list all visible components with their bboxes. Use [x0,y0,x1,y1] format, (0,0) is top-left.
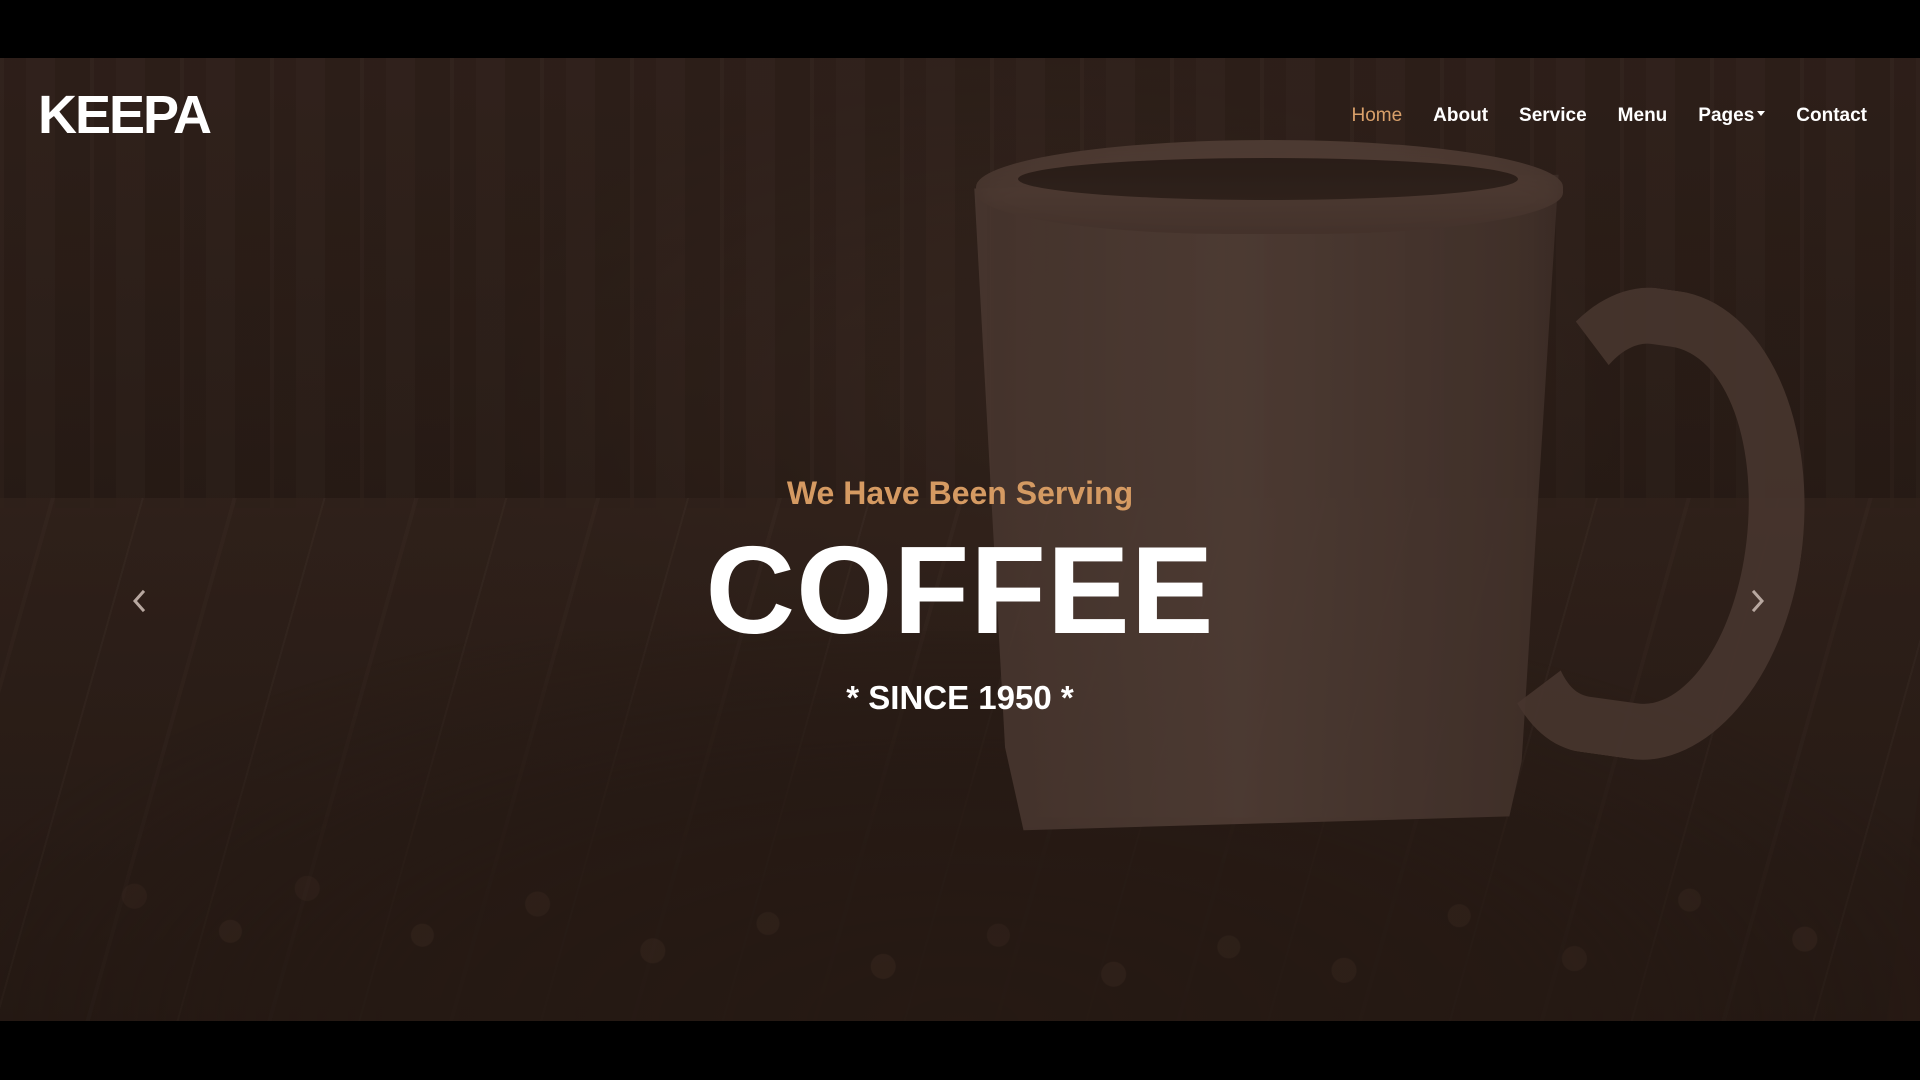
hero-headline: COFFEE [705,521,1215,660]
nav-pages-dropdown[interactable]: Pages [1698,105,1766,126]
hero-eyebrow: We Have Been Serving [786,475,1134,511]
chevron-down-icon [1757,111,1766,117]
hero-text-block: We Have Been Serving COFFEE * SINCE 1950… [0,475,1920,716]
nav-about-link[interactable]: About [1433,106,1488,125]
nav-contact-link[interactable]: Contact [1796,106,1867,125]
nav-service-link[interactable]: Service [1519,106,1587,125]
brand-logo[interactable]: KEEPA [38,88,212,142]
nav-menu-link[interactable]: Menu [1618,106,1668,125]
main-navigation: Home About Service Menu Pages Contact [1351,106,1867,125]
hero-since-tagline: * SINCE 1950 * [846,678,1074,716]
nav-pages-label: Pages [1698,105,1755,126]
screen-frame: KEEPA Home About Service Menu Pages Cont… [0,0,1920,1080]
nav-home-link[interactable]: Home [1351,106,1402,125]
top-navigation-bar: KEEPA Home About Service Menu Pages Cont… [0,58,1920,170]
